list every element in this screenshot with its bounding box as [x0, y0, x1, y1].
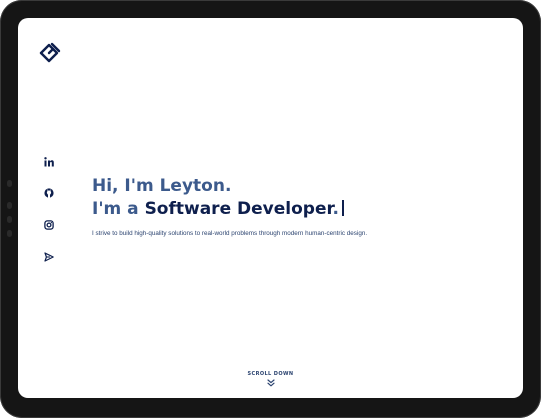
tagline: I strive to build high-quality solutions… [92, 230, 368, 237]
tablet-frame: Hi, I'm Leyton. I'm a Software Developer… [0, 0, 541, 418]
typing-cursor [341, 200, 344, 216]
device-side-button [7, 230, 12, 237]
device-side-button [7, 180, 12, 187]
device-side-button [7, 216, 12, 223]
role-text: Software Developer [144, 199, 333, 219]
greeting-text: Hi, I'm Leyton. [92, 176, 232, 196]
role-prefix: I'm a [92, 199, 145, 219]
scroll-down[interactable]: SCROLL DOWN [18, 371, 523, 387]
linkedin-icon[interactable] [42, 155, 56, 169]
double-chevron-down-icon[interactable] [266, 379, 275, 387]
hero-role-line: I'm a Software Developer. [92, 198, 512, 221]
screen: Hi, I'm Leyton. I'm a Software Developer… [18, 18, 523, 398]
logo-icon[interactable] [38, 40, 64, 66]
scroll-down-label[interactable]: SCROLL DOWN [18, 371, 523, 377]
hero-greeting: Hi, I'm Leyton. [92, 175, 512, 198]
device-side-button [7, 202, 12, 209]
hero-section: Hi, I'm Leyton. I'm a Software Developer… [92, 175, 512, 237]
send-icon[interactable] [42, 250, 56, 264]
role-suffix: . [332, 199, 339, 219]
instagram-icon[interactable] [42, 218, 56, 232]
github-icon[interactable] [42, 186, 56, 200]
